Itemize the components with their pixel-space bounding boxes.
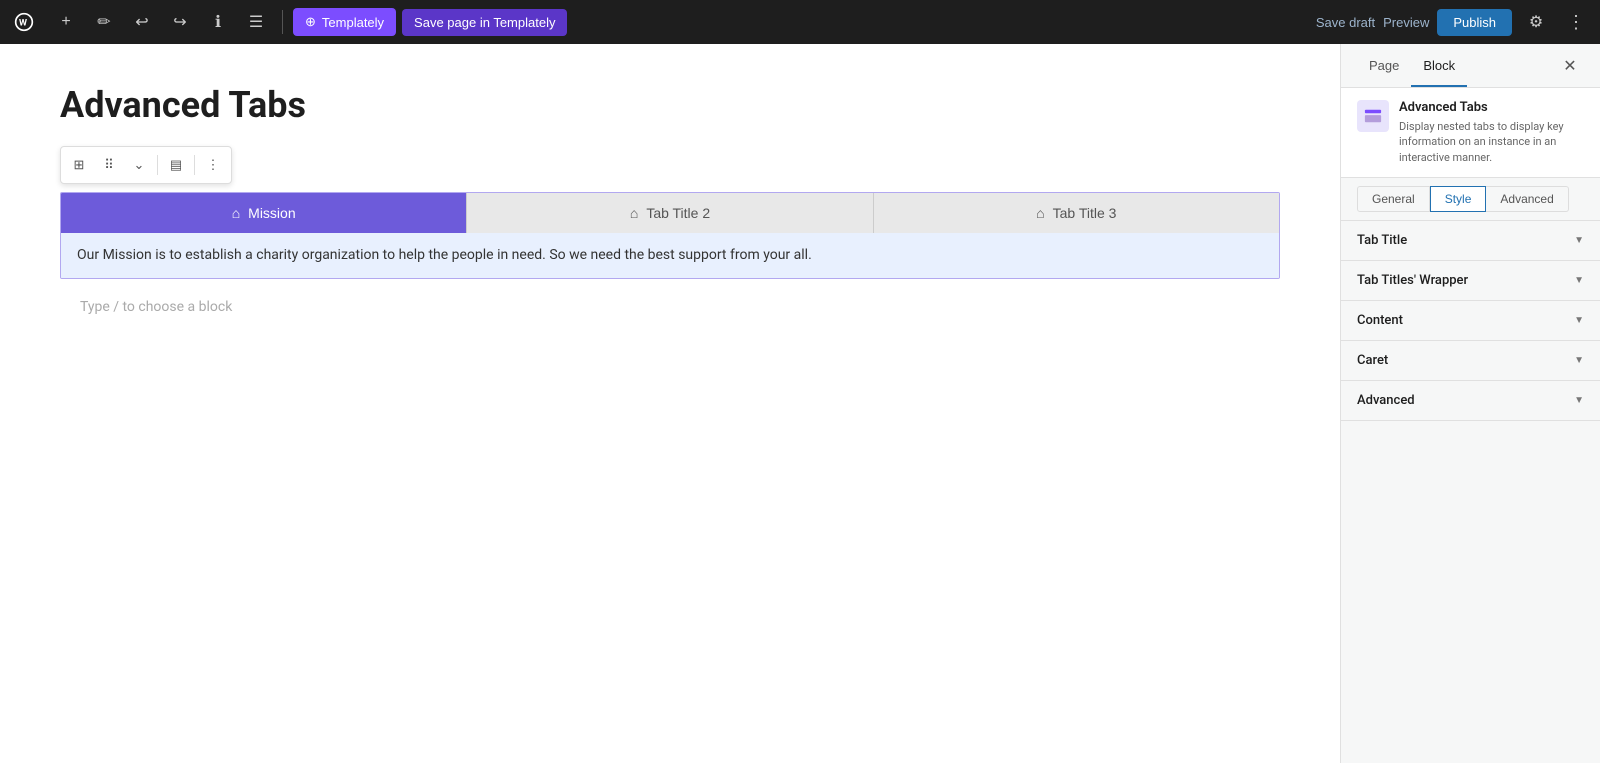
right-panel: Page Block ✕ Advanced Tabs Display neste…: [1340, 44, 1600, 763]
wp-logo: W: [8, 6, 40, 38]
toolbar-right: Save draft Preview Publish ⚙ ⋮: [1316, 6, 1592, 38]
accordion-caret: Caret ▼: [1341, 341, 1600, 381]
chevron-down-icon-5: ▼: [1574, 395, 1584, 406]
accordion-header-advanced[interactable]: Advanced ▼: [1341, 381, 1600, 420]
accordion-header-tab-title[interactable]: Tab Title ▼: [1341, 221, 1600, 260]
templately-button[interactable]: ⊕ Templately: [293, 8, 396, 36]
settings-button[interactable]: ⚙: [1520, 6, 1552, 38]
preview-button[interactable]: Preview: [1383, 15, 1429, 30]
type-hint: Type / to choose a block: [60, 279, 1280, 335]
accordion-header-tab-titles-wrapper[interactable]: Tab Titles' Wrapper ▼: [1341, 261, 1600, 300]
accordion-label-advanced: Advanced: [1357, 393, 1415, 408]
tab-label-1: Mission: [248, 205, 295, 221]
tab-label-2: Tab Title 2: [646, 205, 710, 221]
more-icon: ⋮: [207, 157, 220, 173]
style-tabs-container: General Style Advanced: [1341, 178, 1600, 221]
dots-icon: ⠿: [104, 157, 114, 173]
advanced-tabs-block: ⌂ Mission ⌂ Tab Title 2 ⌂ Tab Title 3 Ou…: [60, 192, 1280, 279]
add-block-button[interactable]: +: [50, 6, 82, 38]
tab-block[interactable]: Block: [1411, 46, 1467, 87]
chevron-down-icon-4: ▼: [1574, 355, 1584, 366]
drag-handle[interactable]: ⠿: [95, 151, 123, 179]
accordion-tab-titles-wrapper: Tab Titles' Wrapper ▼: [1341, 261, 1600, 301]
page-title: Advanced Tabs: [60, 84, 1280, 126]
top-toolbar: W + ✏ ↩ ↪ ℹ ☰ ⊕ Templately Save page in …: [0, 0, 1600, 44]
style-tab-style[interactable]: Style: [1430, 186, 1487, 212]
advanced-tabs-icon: [1364, 107, 1382, 125]
templately-icon: ⊕: [305, 14, 316, 30]
accordion-label-tab-titles-wrapper: Tab Titles' Wrapper: [1357, 273, 1468, 288]
toolbar-sep-2: [194, 155, 195, 175]
chevron-down-icon-2: ▼: [1574, 275, 1584, 286]
redo-button[interactable]: ↪: [164, 6, 196, 38]
editor-area: Advanced Tabs ⊞ ⠿ ⌄ ▤ ⋮: [0, 44, 1340, 763]
publish-button[interactable]: Publish: [1437, 9, 1512, 36]
block-name: Advanced Tabs: [1399, 100, 1584, 115]
block-info-text: Advanced Tabs Display nested tabs to dis…: [1399, 100, 1584, 165]
chevron-down-icon-1: ▼: [1574, 235, 1584, 246]
chevron-down-icon-3: ▼: [1574, 315, 1584, 326]
templately-label: Templately: [322, 15, 384, 30]
block-more-button[interactable]: ⋮: [199, 151, 227, 179]
accordion-tab-title: Tab Title ▼: [1341, 221, 1600, 261]
home-icon-3: ⌂: [1036, 205, 1044, 221]
tab-label-3: Tab Title 3: [1053, 205, 1117, 221]
more-options-button[interactable]: ⋮: [1560, 6, 1592, 38]
tab-title-2[interactable]: ⌂ Tab Title 2: [466, 193, 872, 233]
home-icon: ⌂: [232, 205, 240, 221]
accordion-content: Content ▼: [1341, 301, 1600, 341]
save-draft-button[interactable]: Save draft: [1316, 15, 1375, 30]
svg-text:W: W: [19, 18, 27, 28]
undo-button[interactable]: ↩: [126, 6, 158, 38]
align-icon: ▤: [170, 157, 182, 173]
toolbar-sep: [157, 155, 158, 175]
tab-page[interactable]: Page: [1357, 46, 1411, 87]
tabs-nav: ⌂ Mission ⌂ Tab Title 2 ⌂ Tab Title 3: [61, 193, 1279, 233]
move-up-down-button[interactable]: ⌄: [125, 151, 153, 179]
tab-title-3[interactable]: ⌂ Tab Title 3: [873, 193, 1279, 233]
grid-icon: ⊞: [74, 157, 85, 173]
block-toolbar: ⊞ ⠿ ⌄ ▤ ⋮: [60, 146, 232, 184]
block-type-button[interactable]: ⊞: [65, 151, 93, 179]
close-panel-button[interactable]: ✕: [1556, 52, 1584, 80]
list-view-button[interactable]: ☰: [240, 6, 272, 38]
chevron-icon: ⌄: [134, 157, 145, 173]
block-description: Display nested tabs to display key infor…: [1399, 119, 1584, 165]
accordion-advanced: Advanced ▼: [1341, 381, 1600, 421]
save-page-templately-button[interactable]: Save page in Templately: [402, 9, 567, 36]
tab-mission[interactable]: ⌂ Mission: [61, 193, 466, 233]
accordion-label-content: Content: [1357, 313, 1403, 328]
panel-tabs: Page Block: [1357, 46, 1467, 86]
accordion-label-caret: Caret: [1357, 353, 1388, 368]
accordion-header-caret[interactable]: Caret ▼: [1341, 341, 1600, 380]
main-area: Advanced Tabs ⊞ ⠿ ⌄ ▤ ⋮: [0, 44, 1600, 763]
block-icon-container: [1357, 100, 1389, 132]
tab-content: Our Mission is to establish a charity or…: [61, 233, 1279, 278]
accordion-label-tab-title: Tab Title: [1357, 233, 1407, 248]
home-icon-2: ⌂: [630, 205, 638, 221]
style-tab-advanced[interactable]: Advanced: [1486, 186, 1568, 212]
tools-button[interactable]: ✏: [88, 6, 120, 38]
details-button[interactable]: ℹ: [202, 6, 234, 38]
panel-header: Page Block ✕: [1341, 44, 1600, 88]
align-button[interactable]: ▤: [162, 151, 190, 179]
accordion-header-content[interactable]: Content ▼: [1341, 301, 1600, 340]
toolbar-divider-1: [282, 10, 283, 34]
block-info: Advanced Tabs Display nested tabs to dis…: [1341, 88, 1600, 178]
style-tab-general[interactable]: General: [1357, 186, 1430, 212]
